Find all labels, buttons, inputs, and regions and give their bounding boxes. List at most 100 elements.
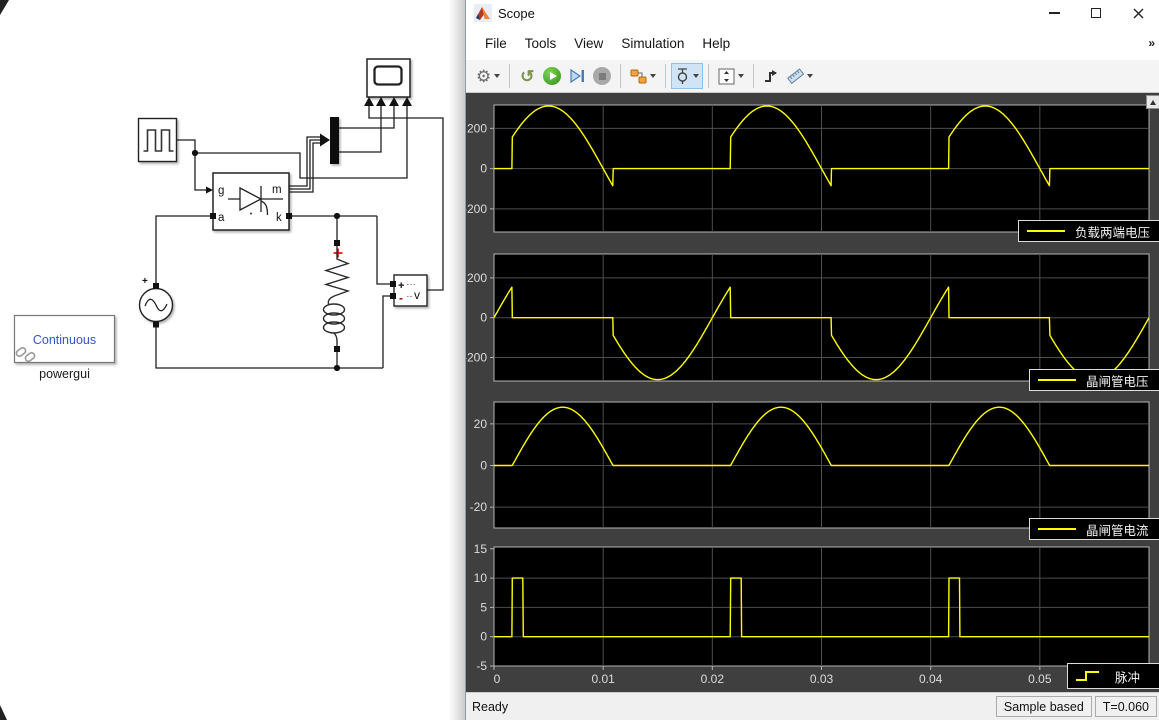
x-tick-label: 0.02 xyxy=(701,672,725,686)
legend-line-sample xyxy=(1027,230,1065,232)
legend-thyristor-voltage[interactable]: 晶闸管电压 xyxy=(1029,369,1159,391)
legend-label: 负载两端电压 xyxy=(1075,222,1150,241)
powergui-label: powergui xyxy=(39,367,90,381)
legend-step-sample xyxy=(1075,669,1105,683)
step-forward-button[interactable] xyxy=(565,63,589,89)
wire-k-to-voltmeter-plus xyxy=(377,216,391,284)
menu-tools[interactable]: Tools xyxy=(516,30,566,57)
pulse-generator-block[interactable] xyxy=(139,119,177,162)
chevron-down-icon xyxy=(807,74,813,78)
chevron-down-icon xyxy=(650,74,656,78)
wire-source-to-a xyxy=(156,216,210,286)
measurements-button[interactable] xyxy=(783,63,817,89)
configure-signals-button[interactable] xyxy=(626,63,660,89)
series-rlc-branch-block[interactable] xyxy=(324,240,349,352)
y-tick-label: -20 xyxy=(470,500,488,514)
rlc-port-bottom xyxy=(334,346,340,352)
x-tick-label: 0.03 xyxy=(810,672,834,686)
wire-voltmeter-to-scope1 xyxy=(369,106,443,290)
wire-junctions xyxy=(192,134,340,372)
y-tick-label: 200 xyxy=(467,271,487,285)
junction-dot xyxy=(192,150,198,156)
titlebar[interactable]: Scope xyxy=(466,0,1159,26)
wire-demux2-to-scope2 xyxy=(339,106,381,152)
x-tick-label: 0.05 xyxy=(1028,672,1052,686)
y-tick-label: -200 xyxy=(466,202,487,216)
thyristor-block[interactable]: g a m k xyxy=(210,173,292,230)
scope-input-ports xyxy=(364,97,412,106)
legend-line-sample xyxy=(1038,379,1076,381)
y-tick-label: 0 xyxy=(480,630,487,644)
menu-file[interactable]: File xyxy=(476,30,516,57)
y-tick-label: 200 xyxy=(467,121,487,135)
toolbar-separator xyxy=(665,64,666,88)
run-icon xyxy=(543,67,561,85)
source-port-bottom xyxy=(153,322,159,328)
status-text: Ready xyxy=(466,700,508,714)
x-tick-label: 0.01 xyxy=(591,672,615,686)
voltmeter-v-label: v xyxy=(414,288,420,302)
zoom-cursor-button[interactable] xyxy=(671,63,703,89)
legend-label: 晶闸管电压 xyxy=(1086,371,1149,390)
maximize-icon xyxy=(1091,8,1101,18)
voltmeter-port-minus xyxy=(390,293,396,299)
scope-plot-area[interactable]: -2000200-2000200-20020-505101500.010.020… xyxy=(466,93,1159,692)
waveform-plots: -2000200-2000200-20020-505101500.010.020… xyxy=(466,93,1159,692)
zoom-cursor-icon xyxy=(675,68,690,85)
expand-axes-button[interactable] xyxy=(1146,95,1159,109)
axes-scaling-button[interactable] xyxy=(714,63,748,89)
port-label-m: m xyxy=(272,184,282,196)
y-tick-label: 0 xyxy=(480,311,487,325)
run-button[interactable] xyxy=(539,63,565,89)
junction-dot xyxy=(334,365,340,371)
close-icon xyxy=(1133,8,1144,19)
canvas-corner-top xyxy=(0,0,9,15)
screen: g a m k xyxy=(0,0,1159,720)
signal-wires xyxy=(156,106,443,368)
legend-label: 晶闸管电流 xyxy=(1086,520,1149,539)
menu-overflow-icon[interactable]: » xyxy=(1148,36,1155,50)
scope-block[interactable] xyxy=(364,59,412,106)
resistor-glyph xyxy=(326,246,348,295)
y-tick-label: 10 xyxy=(474,571,488,585)
port-label-k: k xyxy=(276,212,282,224)
sim-time-cell: T=0.060 xyxy=(1095,696,1157,717)
simulink-canvas[interactable]: g a m k xyxy=(0,0,465,720)
chevron-down-icon xyxy=(494,74,500,78)
model-diagram: g a m k xyxy=(0,0,465,720)
wire-rail-to-voltmeter-minus xyxy=(383,296,391,368)
maximize-button[interactable] xyxy=(1075,0,1117,26)
voltage-measurement-block[interactable]: + - v xyxy=(390,275,427,306)
powergui-block[interactable]: Continuous powergui xyxy=(15,316,115,382)
ac-voltage-source-block[interactable]: + xyxy=(140,276,173,328)
source-port-top xyxy=(153,283,159,289)
junction-dot xyxy=(334,213,340,219)
y-tick-label: 0 xyxy=(480,459,487,473)
scope-screen-glyph xyxy=(375,67,402,85)
toolbar-separator xyxy=(620,64,621,88)
legend-thyristor-current[interactable]: 晶闸管电流 xyxy=(1029,518,1159,540)
demux-block[interactable] xyxy=(330,117,339,164)
settings-button[interactable]: ⚙ xyxy=(472,63,504,89)
toolbar: ⚙ ↺ xyxy=(466,60,1159,93)
voltmeter-minus-label: - xyxy=(399,291,403,305)
stop-button[interactable] xyxy=(589,63,615,89)
menu-view[interactable]: View xyxy=(565,30,612,57)
y-tick-label: -5 xyxy=(476,659,487,673)
toolbar-separator xyxy=(509,64,510,88)
legend-pulse[interactable]: 脉冲 xyxy=(1067,663,1159,689)
wire-pulse-to-scope4 xyxy=(195,106,407,178)
scope-window: Scope File Tools View Simulation Help » … xyxy=(465,0,1159,720)
step-back-button[interactable]: ↺ xyxy=(515,63,539,89)
trigger-button[interactable] xyxy=(759,63,783,89)
powergui-mode-text: Continuous xyxy=(33,333,96,347)
legend-load-voltage[interactable]: 负载两端电压 xyxy=(1018,220,1159,242)
menu-help[interactable]: Help xyxy=(693,30,739,57)
close-button[interactable] xyxy=(1117,0,1159,26)
menu-simulation[interactable]: Simulation xyxy=(612,30,693,57)
y-tick-label: 0 xyxy=(480,162,487,176)
legend-line-sample xyxy=(1038,528,1076,530)
toolbar-separator xyxy=(708,64,709,88)
y-tick-label: 15 xyxy=(474,542,488,556)
minimize-button[interactable] xyxy=(1033,0,1075,26)
